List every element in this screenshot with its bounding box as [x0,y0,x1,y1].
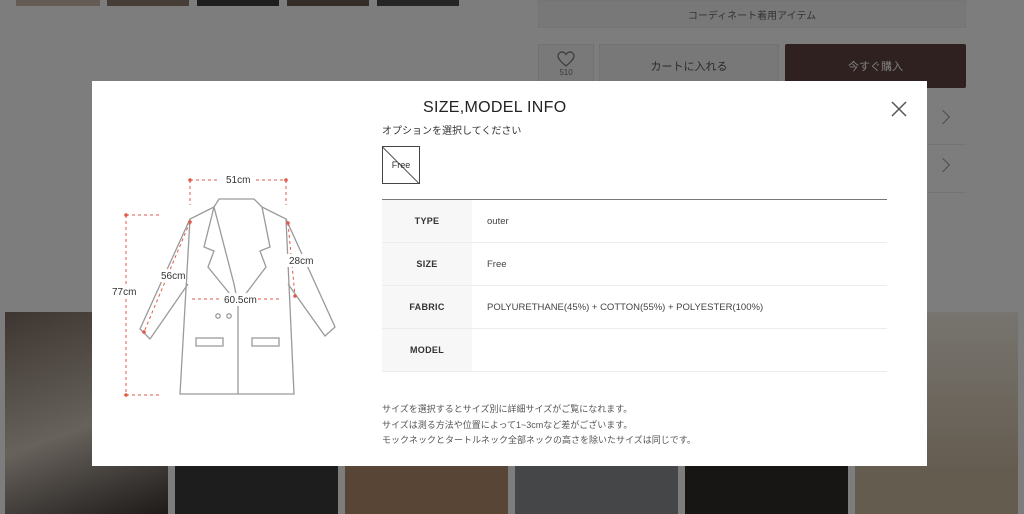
table-value: outer [487,215,509,227]
size-option-free[interactable]: Free [382,146,420,184]
table-row: TYPE outer [382,200,887,243]
table-key: MODEL [382,329,472,371]
product-info-table: TYPE outer SIZE Free FABRIC POLYURETHANE… [382,199,887,372]
table-value: Free [487,258,507,270]
table-key: TYPE [382,200,472,242]
note-line: モックネックとタートルネック全部ネックの高さを除いたサイズは同じです。 [382,435,696,445]
armhole-measure: 28cm [289,256,313,267]
size-diagram: 51cm 77cm 56cm 60.5cm 28cm [106,169,356,404]
size-option-label: Free [391,160,411,170]
table-row: MODEL [382,329,887,372]
close-icon[interactable] [891,101,907,117]
table-key: FABRIC [382,286,472,328]
note-line: サイズは測る方法や位置によって1~3cmなど差がございます。 [382,419,633,430]
table-value: POLYURETHANE(45%) + COTTON(55%) + POLYES… [487,301,764,313]
size-info-modal: 51cm 77cm 56cm 60.5cm 28cm SIZE,MODEL IN… [92,81,927,466]
shoulder-measure: 51cm [226,175,250,186]
note-line: サイズを選択するとサイズ別に詳細サイズがご覧になれます。 [382,404,633,414]
size-notes: サイズを選択するとサイズ別に詳細サイズがご覧になれます。 サイズは測る方法や位置… [382,402,696,449]
table-row: SIZE Free [382,243,887,286]
length-measure: 77cm [112,287,136,298]
table-row: FABRIC POLYURETHANE(45%) + COTTON(55%) +… [382,286,887,329]
table-key: SIZE [382,243,472,285]
sleeve-measure: 56cm [161,271,185,282]
table-value [472,329,887,371]
modal-title: SIZE,MODEL INFO [423,99,567,116]
chest-measure: 60.5cm [224,295,257,306]
option-prompt: オプションを選択してください [382,126,522,137]
